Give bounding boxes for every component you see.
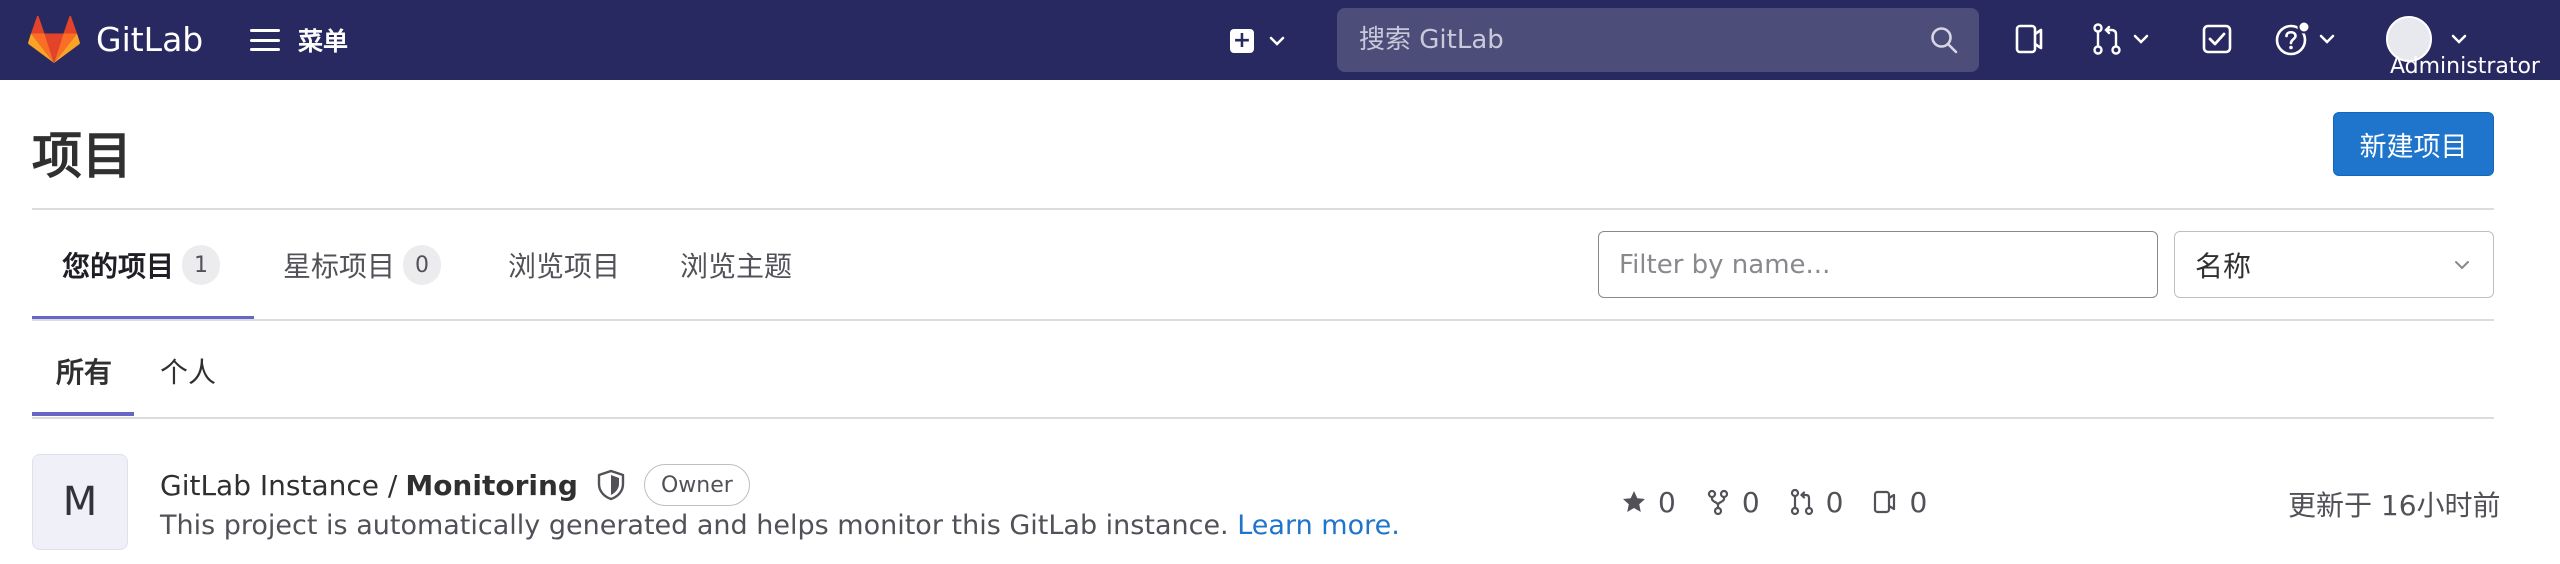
user-name-label: Administrator: [2390, 54, 2540, 79]
shield-icon: [597, 469, 625, 501]
description-text: This project is automatically generated …: [160, 510, 1229, 541]
issues-icon: [2015, 24, 2043, 54]
stat-value: 0: [1909, 485, 1928, 519]
learn-more-link[interactable]: Learn more.: [1237, 510, 1400, 541]
chevron-down-icon: [1269, 36, 1285, 46]
tab-explore-projects[interactable]: 浏览项目: [508, 210, 620, 320]
new-project-button[interactable]: 新建项目: [2333, 112, 2494, 176]
page-title: 项目: [32, 127, 132, 185]
project-stats: 0 0 0 0: [1620, 484, 1955, 520]
project-avatar[interactable]: M: [32, 454, 128, 550]
sort-selected-value: 名称: [2195, 249, 2252, 283]
menu-button[interactable]: 菜单: [250, 22, 348, 58]
tab-label: 浏览主题: [680, 250, 793, 283]
star-icon: [1623, 491, 1645, 512]
stat-value: 0: [1825, 485, 1844, 519]
project-name: Monitoring: [405, 468, 578, 502]
project-title-link[interactable]: GitLab Instance / Monitoring Owner: [160, 464, 750, 506]
tab-your-projects[interactable]: 您的项目 1: [62, 210, 221, 320]
todo-checkbox-icon: [2202, 24, 2232, 54]
create-new-dropdown[interactable]: +: [1230, 24, 1288, 58]
hamburger-icon: [250, 29, 280, 51]
forks-count[interactable]: 0: [1704, 486, 1760, 519]
gitlab-logo-icon[interactable]: [28, 14, 80, 66]
tab-label: 您的项目: [62, 250, 175, 283]
merge-requests-nav-button[interactable]: [2090, 22, 2152, 56]
brand-name[interactable]: GitLab: [96, 20, 203, 59]
tab-label: 星标项目: [283, 250, 396, 283]
merge-request-icon: [2093, 23, 2121, 55]
issues-count[interactable]: 0: [1871, 486, 1927, 519]
stars-count[interactable]: 0: [1620, 486, 1676, 519]
search-icon[interactable]: [1929, 25, 1959, 55]
menu-label: 菜单: [298, 27, 349, 56]
fork-icon: [1707, 489, 1728, 516]
chevron-down-icon: [2133, 34, 2149, 44]
subtab-personal[interactable]: 个人: [160, 322, 216, 420]
top-navbar: GitLab 菜单 + Administrator: [0, 0, 2560, 80]
count-badge: 0: [403, 245, 442, 285]
active-subtab-underline: [32, 412, 134, 416]
tab-starred-projects[interactable]: 星标项目 0: [283, 210, 442, 320]
subtab-all[interactable]: 所有: [56, 322, 112, 420]
todos-nav-button[interactable]: [2200, 22, 2234, 56]
stat-value: 0: [1658, 485, 1676, 519]
tab-label: 浏览项目: [508, 250, 621, 283]
search-box[interactable]: [1337, 8, 1979, 72]
sort-dropdown[interactable]: 名称: [2174, 231, 2494, 298]
project-namespace: GitLab Instance /: [160, 468, 398, 502]
role-badge: Owner: [643, 464, 750, 506]
tab-explore-topics[interactable]: 浏览主题: [680, 210, 792, 320]
chevron-down-icon: [2455, 260, 2469, 269]
help-nav-button[interactable]: [2274, 20, 2338, 58]
merge-requests-count[interactable]: 0: [1788, 485, 1844, 519]
chevron-down-icon: [2319, 34, 2335, 44]
help-icon: [2275, 20, 2311, 56]
divider: [32, 417, 2494, 419]
count-badge: 1: [182, 245, 221, 285]
merge-request-icon: [1790, 488, 1813, 516]
chevron-down-icon: [2451, 34, 2467, 44]
search-input[interactable]: [1357, 24, 1929, 56]
divider: [32, 319, 2494, 321]
plus-square-icon: +: [1230, 29, 1254, 53]
stat-value: 0: [1741, 485, 1760, 519]
updated-timestamp: 更新于 16小时前: [2288, 489, 2501, 522]
project-description: This project is automatically generated …: [160, 510, 1400, 541]
issues-icon: [1874, 490, 1896, 514]
filter-by-name-input[interactable]: [1598, 231, 2158, 298]
issues-nav-button[interactable]: [2012, 22, 2046, 56]
